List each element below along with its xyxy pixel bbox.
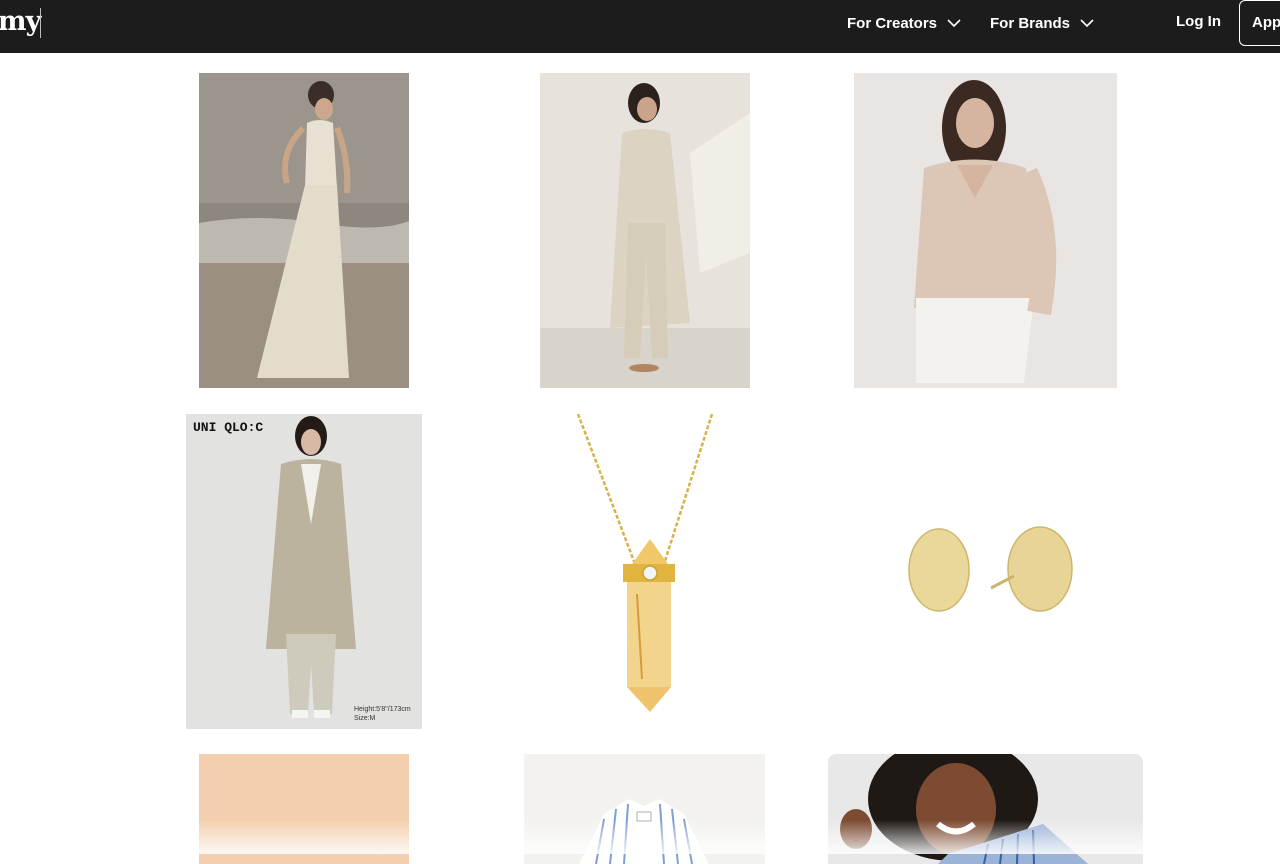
product-card-linen-set[interactable] bbox=[540, 73, 750, 388]
brand-badge-uniqlo: UNI QLO:C bbox=[193, 420, 264, 435]
chevron-down-icon bbox=[1080, 18, 1094, 27]
product-image-vneck-sweater bbox=[854, 73, 1117, 388]
product-image-crystal-necklace bbox=[540, 414, 750, 729]
nav-for-creators[interactable]: For Creators bbox=[847, 13, 961, 33]
product-card-striped-shirt[interactable] bbox=[524, 754, 765, 864]
nav-for-creators-label: For Creators bbox=[847, 14, 938, 32]
product-image-linen-set bbox=[540, 73, 750, 388]
product-card-dress[interactable] bbox=[199, 73, 409, 388]
product-card-crystal-necklace[interactable] bbox=[540, 414, 750, 729]
logo-divider bbox=[40, 8, 41, 38]
login-link[interactable]: Log In bbox=[1176, 13, 1221, 30]
model-size: Size:M bbox=[354, 715, 376, 722]
top-nav: my For Creators For Brands Log In App bbox=[0, 0, 1280, 53]
product-image-striped-shirt bbox=[524, 754, 765, 864]
product-image-trench-coat bbox=[186, 414, 422, 729]
product-card-smiling-model[interactable] bbox=[828, 754, 1143, 864]
product-image-gold-studs bbox=[854, 414, 1117, 729]
chevron-down-icon bbox=[947, 18, 961, 27]
apply-button[interactable]: App bbox=[1239, 0, 1280, 46]
product-image-beach-dress bbox=[199, 73, 409, 388]
model-height: Height:5'8"/173cm bbox=[354, 706, 411, 713]
nav-for-brands[interactable]: For Brands bbox=[990, 13, 1094, 33]
product-image-peach-swatch bbox=[199, 754, 409, 864]
nav-for-brands-label: For Brands bbox=[990, 14, 1071, 32]
product-image-smiling-model bbox=[828, 754, 1143, 864]
model-info: Height:5'8"/173cm Size:M bbox=[354, 705, 411, 723]
product-card-peach[interactable] bbox=[199, 754, 409, 864]
product-card-vneck-sweater[interactable] bbox=[854, 73, 1117, 388]
product-card-gold-studs[interactable] bbox=[854, 414, 1117, 729]
product-card-trench-coat[interactable]: UNI QLO:C Height:5'8"/173cm Size:M bbox=[186, 414, 422, 729]
brand-logo[interactable]: my bbox=[0, 6, 41, 37]
